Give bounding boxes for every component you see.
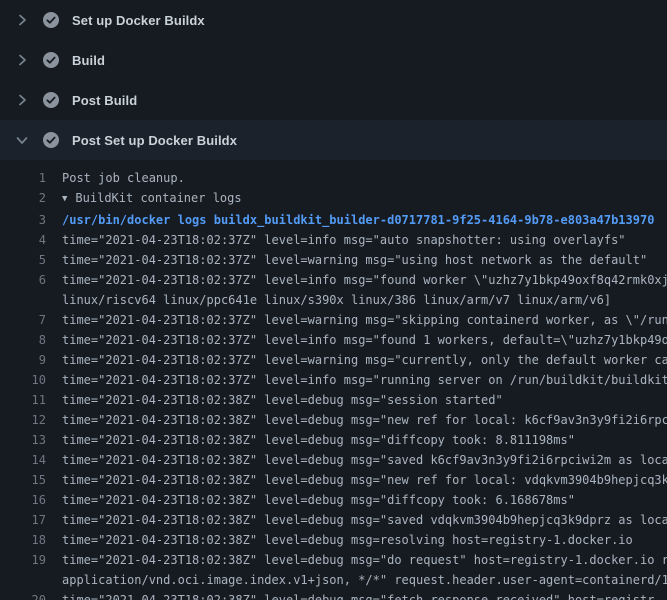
log-line-text: time="2021-04-23T18:02:37Z" level=warnin…: [46, 250, 647, 270]
log-line-text: time="2021-04-23T18:02:38Z" level=debug …: [46, 410, 667, 430]
log-line-text: time="2021-04-23T18:02:38Z" level=debug …: [46, 390, 503, 410]
step-label: Build: [72, 53, 105, 68]
log-line: 18time="2021-04-23T18:02:38Z" level=debu…: [0, 530, 667, 550]
log-line-number[interactable]: 10: [0, 370, 46, 390]
log-line-text: time="2021-04-23T18:02:37Z" level=warnin…: [46, 310, 667, 330]
log-line: 5time="2021-04-23T18:02:37Z" level=warni…: [0, 250, 667, 270]
log-line: 8time="2021-04-23T18:02:37Z" level=info …: [0, 330, 667, 350]
log-line: 12time="2021-04-23T18:02:38Z" level=debu…: [0, 410, 667, 430]
log-line-text: time="2021-04-23T18:02:38Z" level=debug …: [46, 590, 654, 600]
step-header-set-up-docker-buildx[interactable]: Set up Docker Buildx: [0, 0, 667, 40]
check-circle-icon: [43, 52, 59, 68]
log-line: application/vnd.oci.image.index.v1+json,…: [0, 570, 667, 590]
log-line: 4time="2021-04-23T18:02:37Z" level=info …: [0, 230, 667, 250]
step-list: Set up Docker Buildx Build P: [0, 0, 667, 160]
log-line-text: time="2021-04-23T18:02:38Z" level=debug …: [46, 430, 575, 450]
log-line-number[interactable]: 18: [0, 530, 46, 550]
log-line-text: time="2021-04-23T18:02:37Z" level=info m…: [46, 230, 626, 250]
log-line-text: Post job cleanup.: [46, 168, 185, 188]
log-line: 10time="2021-04-23T18:02:37Z" level=info…: [0, 370, 667, 390]
log-line-text: time="2021-04-23T18:02:38Z" level=debug …: [46, 530, 633, 550]
step-header-post-set-up-docker-buildx[interactable]: Post Set up Docker Buildx: [0, 120, 667, 160]
log-line-number[interactable]: 1: [0, 168, 46, 188]
check-circle-icon: [43, 92, 59, 108]
log-line-text: time="2021-04-23T18:02:37Z" level=warnin…: [46, 350, 667, 370]
log-line-number: [0, 570, 46, 590]
log-line-number[interactable]: 19: [0, 550, 46, 570]
log-line: 14time="2021-04-23T18:02:38Z" level=debu…: [0, 450, 667, 470]
log-line: 20time="2021-04-23T18:02:38Z" level=debu…: [0, 590, 667, 600]
actions-log-viewer: Set up Docker Buildx Build P: [0, 0, 667, 600]
chevron-right-icon: [14, 92, 30, 108]
log-line: 6time="2021-04-23T18:02:37Z" level=info …: [0, 270, 667, 290]
log-line-number[interactable]: 13: [0, 430, 46, 450]
chevron-down-icon: [14, 132, 30, 148]
log-line-text: time="2021-04-23T18:02:38Z" level=debug …: [46, 450, 667, 470]
log-line-number[interactable]: 16: [0, 490, 46, 510]
group-toggle-icon[interactable]: ▼: [62, 189, 67, 209]
log-line-text: ▼ BuildKit container logs: [46, 188, 242, 210]
log-line: 19time="2021-04-23T18:02:38Z" level=debu…: [0, 550, 667, 570]
chevron-right-icon: [14, 52, 30, 68]
log-line-number[interactable]: 5: [0, 250, 46, 270]
check-circle-icon: [43, 132, 59, 148]
log-line-number[interactable]: 8: [0, 330, 46, 350]
log-line-number[interactable]: 15: [0, 470, 46, 490]
log-line-text: time="2021-04-23T18:02:37Z" level=info m…: [46, 270, 667, 290]
log-line-text: application/vnd.oci.image.index.v1+json,…: [46, 570, 667, 590]
log-line[interactable]: 2 ▼ BuildKit container logs: [0, 188, 667, 210]
log-line: 9time="2021-04-23T18:02:37Z" level=warni…: [0, 350, 667, 370]
log-line-text: time="2021-04-23T18:02:38Z" level=debug …: [46, 490, 575, 510]
check-circle-icon: [43, 12, 59, 28]
log-line-number[interactable]: 3: [0, 210, 46, 230]
log-line-text: time="2021-04-23T18:02:38Z" level=debug …: [46, 470, 667, 490]
step-label: Post Build: [72, 93, 137, 108]
log-line: 13time="2021-04-23T18:02:38Z" level=debu…: [0, 430, 667, 450]
log-line-number[interactable]: 7: [0, 310, 46, 330]
log-output: 1Post job cleanup.2 ▼ BuildKit container l…: [0, 160, 667, 600]
log-line-number[interactable]: 17: [0, 510, 46, 530]
log-line-text: time="2021-04-23T18:02:38Z" level=debug …: [46, 510, 667, 530]
log-line-number[interactable]: 14: [0, 450, 46, 470]
log-line-number[interactable]: 6: [0, 270, 46, 290]
step-header-post-build[interactable]: Post Build: [0, 80, 667, 120]
log-command-text: /usr/bin/docker logs buildx_buildkit_bui…: [46, 210, 654, 230]
log-line-number[interactable]: 2: [0, 188, 46, 210]
log-line: 1Post job cleanup.: [0, 168, 667, 188]
log-line: 15time="2021-04-23T18:02:38Z" level=debu…: [0, 470, 667, 490]
step-label: Post Set up Docker Buildx: [72, 133, 237, 148]
log-line: 3/usr/bin/docker logs buildx_buildkit_bu…: [0, 210, 667, 230]
log-line-text: time="2021-04-23T18:02:37Z" level=info m…: [46, 370, 667, 390]
log-line-number[interactable]: 20: [0, 590, 46, 600]
log-line-number[interactable]: 11: [0, 390, 46, 410]
log-line: 16time="2021-04-23T18:02:38Z" level=debu…: [0, 490, 667, 510]
log-line-number[interactable]: 9: [0, 350, 46, 370]
log-line-number[interactable]: 4: [0, 230, 46, 250]
log-line-number[interactable]: 12: [0, 410, 46, 430]
log-line-text: time="2021-04-23T18:02:38Z" level=debug …: [46, 550, 667, 570]
step-label: Set up Docker Buildx: [72, 13, 205, 28]
log-line-text: time="2021-04-23T18:02:37Z" level=info m…: [46, 330, 667, 350]
log-line: 17time="2021-04-23T18:02:38Z" level=debu…: [0, 510, 667, 530]
chevron-right-icon: [14, 12, 30, 28]
log-line: linux/riscv64 linux/ppc641e linux/s390x …: [0, 290, 667, 310]
log-line: 7time="2021-04-23T18:02:37Z" level=warni…: [0, 310, 667, 330]
group-label: BuildKit container logs: [75, 191, 241, 205]
log-line-number: [0, 290, 46, 310]
log-line: 11time="2021-04-23T18:02:38Z" level=debu…: [0, 390, 667, 410]
log-line-text: linux/riscv64 linux/ppc641e linux/s390x …: [46, 290, 611, 310]
step-header-build[interactable]: Build: [0, 40, 667, 80]
